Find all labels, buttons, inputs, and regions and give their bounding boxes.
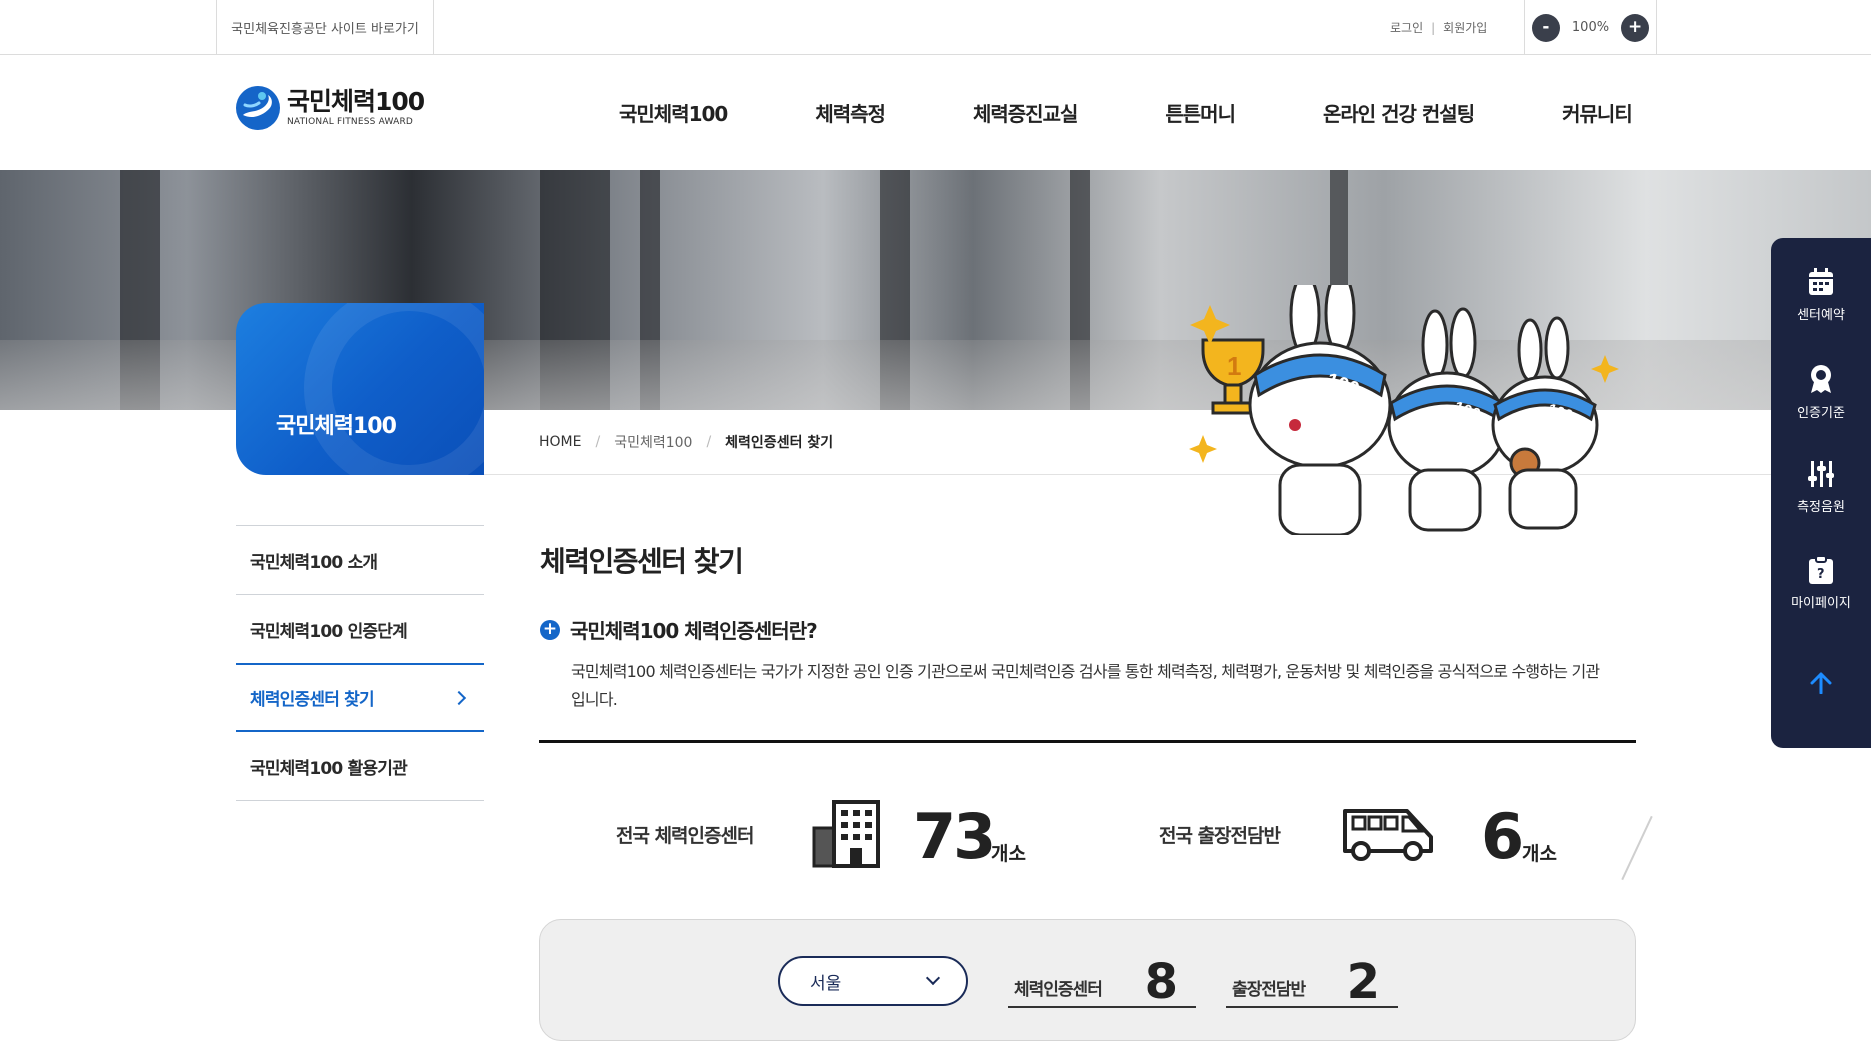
region-select-value: 서울 [810,973,842,994]
arrow-up-icon [1810,672,1832,694]
logo-text: 국민체력100 NATIONAL FITNESS AWARD [287,87,425,127]
nav-online-consulting[interactable]: 온라인 건강 컨설팅 [1323,98,1475,127]
chevron-right-icon [451,690,467,705]
logo-korean: 국민체력100 [287,87,425,116]
quick-menu: 센터예약 인증기준 측정음원 ? 마이페이지 [1771,238,1871,748]
chevron-down-icon [925,970,941,986]
mobile-unit: 개소 [1522,843,1557,865]
quick-mypage[interactable]: ? 마이페이지 [1771,556,1871,611]
region-mobile-label: 출장전담반 [1232,980,1306,1000]
nav-fitness100[interactable]: 국민체력100 [619,98,728,127]
van-icon [1343,809,1433,861]
site-logo[interactable]: 국민체력100 NATIONAL FITNESS AWARD [235,85,425,131]
mobile-stat-label: 전국 출장전담반 [1159,825,1281,847]
region-center-stat: 체력인증센터 8 [1008,956,1196,1008]
zoom-level: 100% [1571,20,1610,35]
section-heading: + 국민체력100 체력인증센터란? [540,615,818,644]
side-item-label: 국민체력100 소개 [250,552,378,573]
region-mobile-stat: 출장전담반 2 [1226,956,1398,1008]
section-description: 국민체력100 체력인증센터는 국가가 지정한 공인 인증 기관으로써 국민체력… [571,662,1600,709]
region-filter-box: 서울 체력인증센터 8 출장전담반 2 [539,919,1636,1041]
clipboard-icon: ? [1809,556,1833,584]
calendar-icon [1809,268,1833,295]
mobile-count: 6 [1481,800,1524,873]
side-item-intro[interactable]: 국민체력100 소개 [236,526,484,595]
mascot-rabbits-illustration: 1 100 100 100 [1189,285,1619,535]
nav-tuntun-money[interactable]: 튼튼머니 [1165,98,1236,127]
quick-item-label: 측정음원 [1797,500,1845,515]
region-mobile-count: 2 [1346,954,1380,1010]
centers-stat-label: 전국 체력인증센터 [616,825,754,847]
breadcrumb-current: 체력인증센터 찾기 [725,435,834,451]
breadcrumb: HOME / 국민체력100 / 체력인증센터 찾기 [484,410,1871,475]
side-item-steps[interactable]: 국민체력100 인증단계 [236,595,484,664]
side-item-label: 체력인증센터 찾기 [250,690,375,710]
breadcrumb-home[interactable]: HOME [539,434,581,450]
main-navigation: 국민체력100 체력측정 체력증진교실 튼튼머니 온라인 건강 컨설팅 커뮤니티 [590,55,1633,170]
side-item-label: 국민체력100 인증단계 [250,621,408,642]
nav-community[interactable]: 커뮤니티 [1562,98,1633,127]
plus-circle-icon: + [540,619,560,640]
scroll-top-button[interactable] [1771,672,1871,702]
zoom-in-button[interactable]: + [1621,13,1650,42]
section-heading-text: 국민체력100 체력인증센터란? [570,619,818,643]
page-title: 체력인증센터 찾기 [540,545,744,578]
auth-separator: | [1431,20,1436,35]
sliders-icon [1808,461,1834,487]
region-center-label: 체력인증센터 [1014,980,1103,1000]
site-header: 국민체력100 NATIONAL FITNESS AWARD 국민체력100 체… [0,55,1871,170]
title-card-decor [304,303,484,475]
quick-audio[interactable]: 측정음원 [1771,460,1871,515]
region-select[interactable]: 서울 [778,956,968,1006]
stats-divider [1621,815,1653,881]
quick-item-label: 마이페이지 [1791,596,1851,611]
side-item-label: 국민체력100 활용기관 [250,758,408,779]
logo-mark-icon [236,86,280,130]
section-title: 국민체력100 [276,414,397,439]
quick-item-label: 인증기준 [1797,406,1845,421]
building-icon [812,800,880,868]
quick-criteria[interactable]: 인증기준 [1771,364,1871,421]
centers-count: 73 [913,800,996,873]
utility-bar: 국민체육진흥공단 사이트 바로가기 로그인 | 회원가입 - 100% + [0,0,1871,55]
breadcrumb-level1[interactable]: 국민체력100 [614,432,692,452]
nav-fitness-class[interactable]: 체력증진교실 [973,98,1078,127]
kspo-site-link[interactable]: 국민체육진흥공단 사이트 바로가기 [216,0,434,55]
side-navigation: 국민체력100 소개 국민체력100 인증단계 체력인증센터 찾기 국민체력10… [236,525,484,801]
national-stats: 전국 체력인증센터 73 개소 전국 출장전담반 6 개소 [539,740,1653,890]
centers-unit: 개소 [991,843,1026,865]
section-title-card: 국민체력100 [236,303,484,475]
zoom-control: - 100% + [1524,0,1657,55]
login-link[interactable]: 로그인 [1390,19,1423,36]
auth-links: 로그인 | 회원가입 [1390,0,1487,55]
zoom-out-button[interactable]: - [1531,13,1560,42]
signup-link[interactable]: 회원가입 [1443,19,1487,36]
side-item-partner-orgs[interactable]: 국민체력100 활용기관 [236,732,484,801]
region-center-count: 8 [1144,954,1178,1010]
side-item-find-center[interactable]: 체력인증센터 찾기 [236,663,484,732]
quick-reservation[interactable]: 센터예약 [1771,268,1871,323]
svg-text:?: ? [1817,567,1825,582]
svg-text:1: 1 [1227,351,1241,381]
quick-item-label: 센터예약 [1797,308,1845,323]
breadcrumb-separator: / [706,434,712,450]
nav-fitness-measure[interactable]: 체력측정 [815,98,886,127]
logo-english: NATIONAL FITNESS AWARD [287,117,414,127]
badge-icon [1811,365,1831,393]
breadcrumb-separator: / [595,434,601,450]
